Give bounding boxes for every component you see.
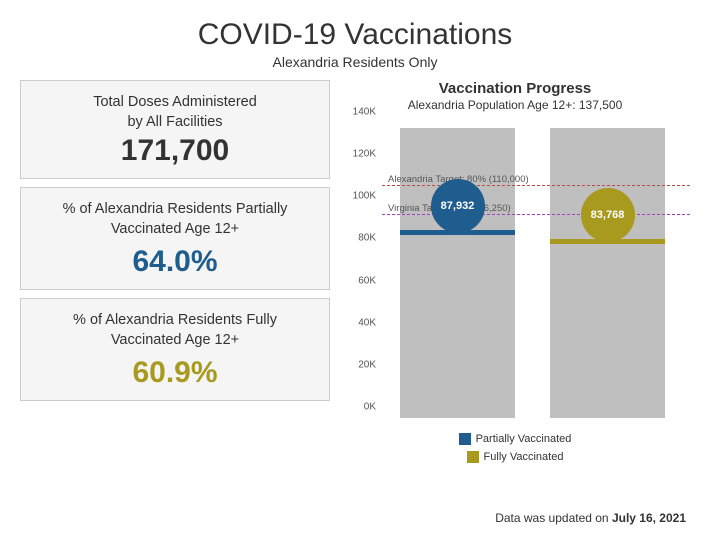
chart-column: Vaccination Progress Alexandria Populati…	[330, 80, 690, 468]
metrics-column: Total Doses Administered by All Faciliti…	[20, 80, 330, 468]
footer-date: July 16, 2021	[612, 511, 686, 525]
y-axis: 0K20K40K60K80K100K120K140K	[340, 118, 380, 428]
metric-label: % of Alexandria Residents Partially Vacc…	[31, 200, 319, 239]
metric-label-line: % of Alexandria Residents Partially	[63, 201, 288, 217]
metric-total-doses: Total Doses Administered by All Faciliti…	[20, 80, 330, 179]
y-tick-label: 60K	[358, 275, 376, 286]
y-tick-label: 20K	[358, 359, 376, 370]
metric-label-line: Vaccinated Age 12+	[111, 332, 239, 348]
target-line	[382, 185, 690, 186]
plot-area: Alexandria Target: 80% (110,000)Virginia…	[382, 123, 690, 418]
chart-title: Vaccination Progress	[340, 80, 690, 97]
background-bar	[400, 128, 515, 418]
y-tick-label: 120K	[353, 149, 376, 160]
legend-item-partial: Partially Vaccinated	[459, 433, 572, 445]
y-tick-label: 80K	[358, 233, 376, 244]
legend-swatch-blue	[459, 433, 471, 445]
chart-subtitle: Alexandria Population Age 12+: 137,500	[340, 98, 690, 112]
update-footer: Data was updated on July 16, 2021	[495, 511, 686, 525]
legend-label: Fully Vaccinated	[484, 451, 564, 463]
metric-partial-pct: % of Alexandria Residents Partially Vacc…	[20, 187, 330, 290]
content-row: Total Doses Administered by All Faciliti…	[0, 70, 710, 468]
metric-label-line: Vaccinated Age 12+	[111, 221, 239, 237]
metric-value: 60.9%	[31, 356, 319, 390]
metric-label-line: by All Facilities	[127, 114, 222, 130]
legend-item-fully: Fully Vaccinated	[467, 451, 564, 463]
y-tick-label: 0K	[364, 402, 376, 413]
value-bubble: 87,932	[431, 179, 485, 233]
metric-label: Total Doses Administered by All Faciliti…	[31, 93, 319, 132]
legend-label: Partially Vaccinated	[476, 433, 572, 445]
title-block: COVID-19 Vaccinations Alexandria Residen…	[0, 0, 710, 70]
y-tick-label: 100K	[353, 191, 376, 202]
target-line	[382, 214, 690, 215]
metric-value: 64.0%	[31, 245, 319, 279]
page-subtitle: Alexandria Residents Only	[0, 54, 710, 70]
chart-area: 0K20K40K60K80K100K120K140K Alexandria Ta…	[340, 118, 690, 428]
metric-label-line: % of Alexandria Residents Fully	[73, 312, 277, 328]
footer-prefix: Data was updated on	[495, 511, 612, 525]
metric-label: % of Alexandria Residents Fully Vaccinat…	[31, 311, 319, 350]
page-title: COVID-19 Vaccinations	[0, 18, 710, 52]
metric-fully-pct: % of Alexandria Residents Fully Vaccinat…	[20, 298, 330, 401]
metric-value: 171,700	[31, 134, 319, 168]
value-bubble: 83,768	[581, 188, 635, 242]
y-tick-label: 40K	[358, 317, 376, 328]
y-tick-label: 140K	[353, 107, 376, 118]
legend-swatch-gold	[467, 451, 479, 463]
metric-label-line: Total Doses Administered	[93, 94, 257, 110]
background-bar	[550, 128, 665, 418]
legend: Partially Vaccinated Fully Vaccinated	[340, 432, 690, 468]
